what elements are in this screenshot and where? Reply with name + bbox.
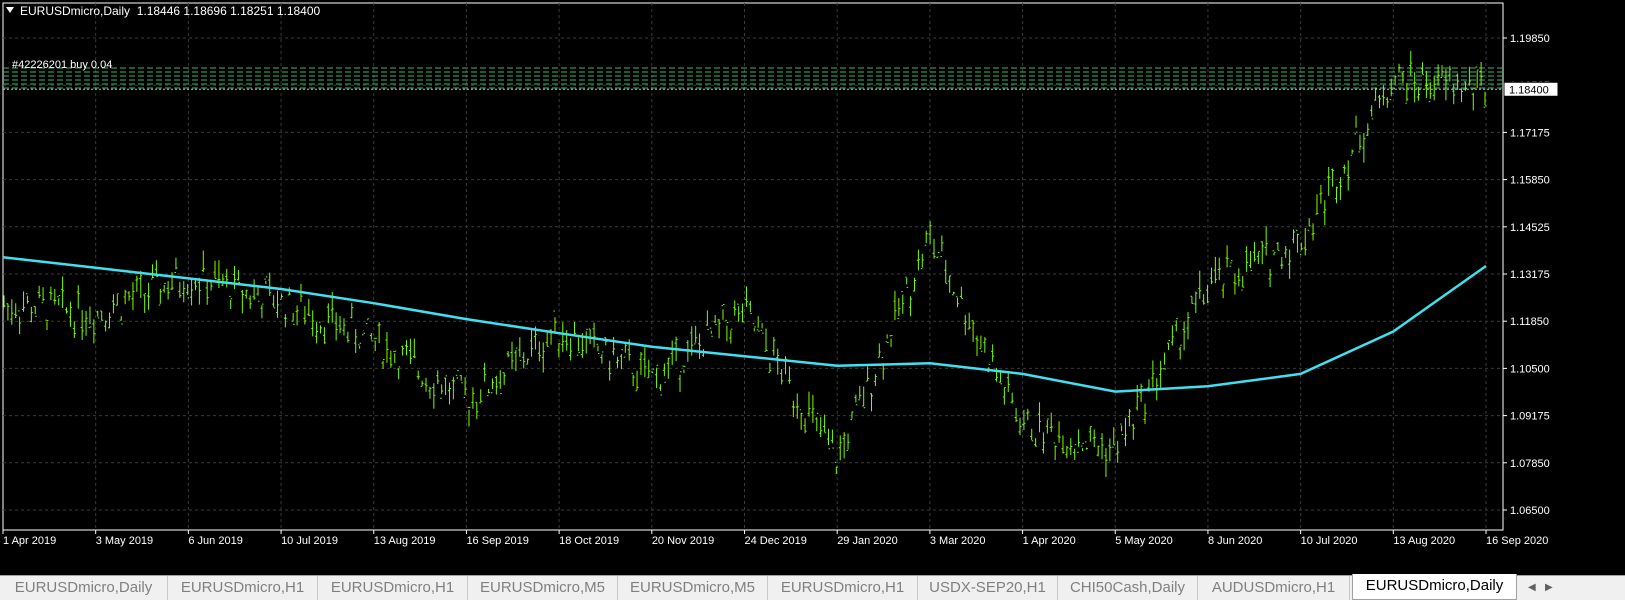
date-axis-label: 24 Dec 2019 xyxy=(745,535,807,547)
price-axis-label: 1.11850 xyxy=(1510,316,1549,328)
date-axis-label: 13 Aug 2020 xyxy=(1393,535,1455,547)
chart-tab-3[interactable]: EURUSDmicro,H1 xyxy=(318,576,468,600)
date-axis-label: 16 Sep 2019 xyxy=(466,535,528,547)
ohlc-readout: 1.18446 1.18696 1.18251 1.18400 xyxy=(136,4,321,18)
current-price-label: 1.18400 xyxy=(1509,84,1549,96)
price-axis-label: 1.14525 xyxy=(1510,222,1550,234)
chart-tab-4[interactable]: EURUSDmicro,M5 xyxy=(468,576,618,600)
date-axis-label: 5 May 2020 xyxy=(1115,535,1172,547)
date-axis-label: 3 Mar 2020 xyxy=(930,535,986,547)
price-axis-label: 1.10500 xyxy=(1510,363,1550,375)
chart-tab-1[interactable]: EURUSDmicro,Daily xyxy=(0,576,168,600)
date-axis-label: 18 Oct 2019 xyxy=(559,535,619,547)
scroll-right-icon[interactable]: ▶ xyxy=(1545,582,1553,593)
date-axis-label: 6 Jun 2019 xyxy=(188,535,242,547)
chart-tab-5[interactable]: EURUSDmicro,M5 xyxy=(618,576,768,600)
date-axis-label: 1 Apr 2019 xyxy=(3,535,56,547)
chart-title: EURUSDmicro,Daily 1.18446 1.18696 1.1825… xyxy=(6,4,320,18)
price-chart[interactable]: 1.198501.185251.171751.158501.145251.131… xyxy=(0,0,1625,575)
price-axis-label: 1.19850 xyxy=(1510,33,1550,45)
price-axis-label: 1.13175 xyxy=(1510,269,1550,281)
chart-area[interactable]: 1.198501.185251.171751.158501.145251.131… xyxy=(0,0,1560,555)
chart-tab-2[interactable]: EURUSDmicro,H1 xyxy=(168,576,318,600)
chart-tab-9[interactable]: AUDUSDmicro,H1 xyxy=(1198,576,1350,600)
date-axis-label: 16 Sep 2020 xyxy=(1486,535,1548,547)
price-axis-label: 1.15850 xyxy=(1510,175,1550,187)
order-line-label: #42226201 buy 0.04 xyxy=(12,59,112,71)
price-axis-label: 1.07850 xyxy=(1510,458,1550,470)
chart-tab-6[interactable]: EURUSDmicro,H1 xyxy=(768,576,918,600)
date-axis-label: 13 Aug 2019 xyxy=(374,535,436,547)
chart-tab-8[interactable]: CHI50Cash,Daily xyxy=(1058,576,1198,600)
price-axis-label: 1.17175 xyxy=(1510,127,1550,139)
scroll-left-icon[interactable]: ◀ xyxy=(1528,582,1536,593)
chart-tab-7[interactable]: USDX-SEP20,H1 xyxy=(918,576,1058,600)
date-axis-label: 20 Nov 2019 xyxy=(652,535,714,547)
date-axis-label: 1 Apr 2020 xyxy=(1023,535,1076,547)
date-axis-label: 29 Jan 2020 xyxy=(837,535,898,547)
date-axis-label: 10 Jul 2020 xyxy=(1301,535,1358,547)
chart-tab-10-active[interactable]: EURUSDmicro,Daily xyxy=(1352,574,1517,600)
dropdown-triangle-icon[interactable] xyxy=(6,7,14,13)
price-axis-label: 1.09175 xyxy=(1510,411,1550,423)
chart-tab-bar: EURUSDmicro,Daily EURUSDmicro,H1 EURUSDm… xyxy=(0,574,1625,600)
date-axis-label: 8 Jun 2020 xyxy=(1208,535,1262,547)
price-axis-label: 1.06500 xyxy=(1510,505,1550,517)
plot-frame xyxy=(2,2,1504,531)
date-axis-label: 10 Jul 2019 xyxy=(281,535,338,547)
symbol-title: EURUSDmicro,Daily xyxy=(20,4,131,18)
date-axis-label: 3 May 2019 xyxy=(96,535,153,547)
